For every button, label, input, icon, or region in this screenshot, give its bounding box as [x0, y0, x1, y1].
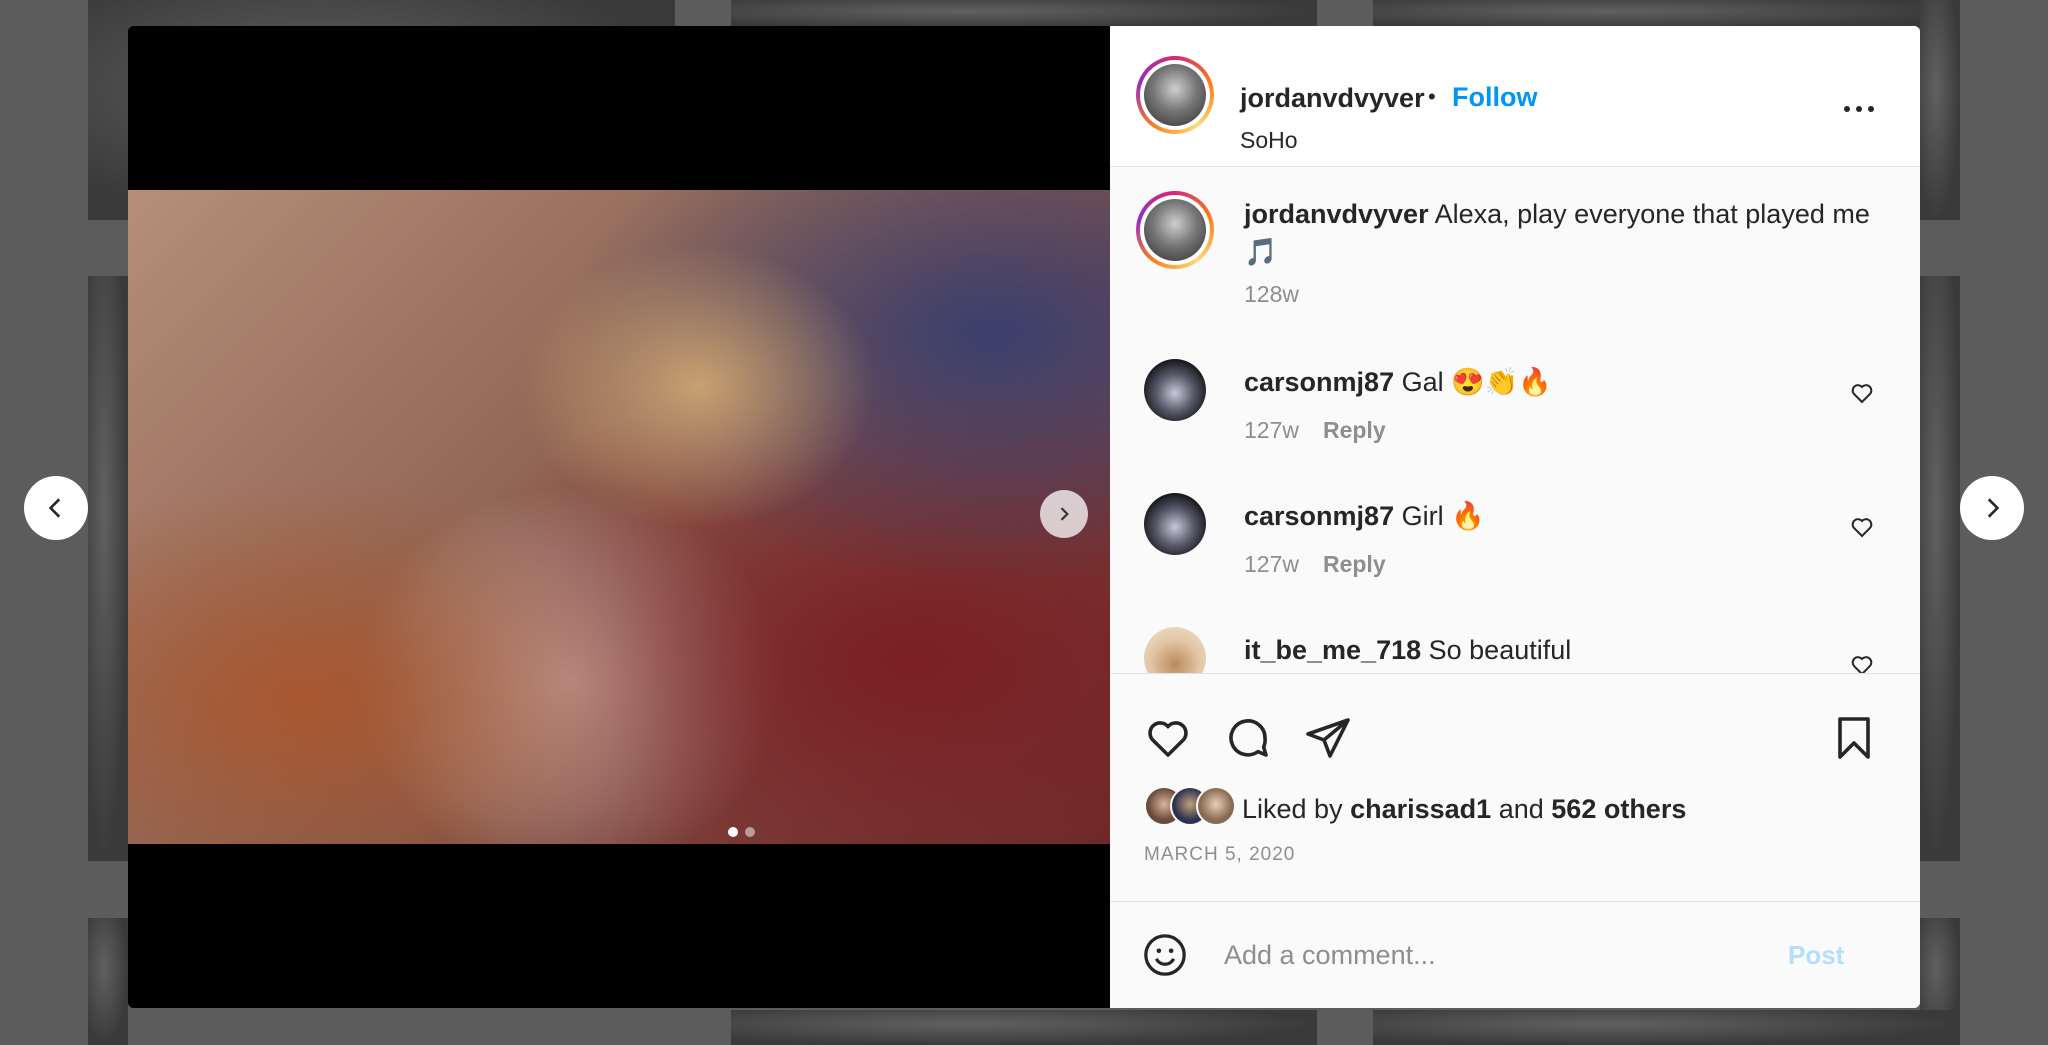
liked-by-avatars[interactable]	[1144, 786, 1240, 827]
bookmark-icon[interactable]	[1830, 714, 1878, 762]
avatar	[1196, 786, 1236, 827]
location-link[interactable]: SoHo	[1240, 127, 1298, 154]
background-post-tile	[88, 276, 128, 861]
comment-timestamp: 127w	[1244, 550, 1299, 577]
heart-icon[interactable]	[1144, 714, 1192, 762]
comment-icon[interactable]	[1224, 714, 1272, 762]
comments-list[interactable]: jordanvdvyver Alexa, play everyone that …	[1110, 167, 1920, 674]
reply-button[interactable]: Reply	[1323, 551, 1386, 578]
reply-button[interactable]: Reply	[1323, 417, 1386, 444]
list-item: carsonmj87 Girl 🔥 127w Reply	[1110, 481, 1920, 581]
chevron-right-icon	[1987, 498, 2000, 518]
separator-dot: •	[1428, 84, 1436, 109]
heart-icon[interactable]	[1850, 381, 1874, 405]
carousel-dot	[745, 827, 755, 837]
caption-timestamp: 128w	[1244, 280, 1299, 307]
caption: jordanvdvyver Alexa, play everyone that …	[1110, 167, 1920, 317]
likes-prefix: Liked by	[1242, 794, 1343, 825]
background-post-tile	[731, 1010, 1317, 1045]
liked-by-username[interactable]: charissad1	[1350, 794, 1491, 824]
background-post-tile	[731, 0, 1317, 28]
follow-button[interactable]: Follow	[1452, 82, 1537, 113]
carousel-dot-active	[728, 827, 738, 837]
background-post-tile	[1373, 0, 1959, 28]
likes-summary[interactable]: Liked by charissad1 and 562 others	[1242, 794, 1686, 825]
list-item: carsonmj87 Gal 😍👏🔥 127w Reply	[1110, 347, 1920, 447]
comment-text: So beautiful	[1428, 634, 1572, 665]
post-modal: jordanvdvyver • Follow SoHo jordanvdvyve…	[128, 26, 1920, 1008]
comment-timestamp: 127w	[1244, 416, 1299, 443]
post-header: jordanvdvyver • Follow SoHo	[1110, 26, 1920, 167]
chevron-left-icon	[48, 498, 61, 518]
next-post-button[interactable]	[1960, 476, 2024, 540]
post-button[interactable]: Post	[1788, 940, 1844, 971]
avatar[interactable]	[1136, 190, 1214, 269]
carousel-indicator	[728, 827, 755, 837]
previous-post-button[interactable]	[24, 476, 88, 540]
share-icon[interactable]	[1304, 714, 1352, 762]
comment-text: Gal 😍👏🔥	[1401, 366, 1552, 397]
comment-username[interactable]: carsonmj87	[1244, 367, 1394, 397]
post-username[interactable]: jordanvdvyver	[1240, 83, 1425, 114]
heart-icon[interactable]	[1850, 515, 1874, 539]
background-post-tile	[1920, 276, 1960, 861]
background-post-tile	[1920, 0, 1960, 220]
background-post-tile	[1373, 1010, 1959, 1045]
add-comment-bar: Post	[1110, 901, 1920, 1008]
next-photo-button[interactable]	[1040, 490, 1088, 538]
heart-icon[interactable]	[1850, 653, 1874, 674]
avatar[interactable]	[1144, 492, 1206, 555]
comment-text: Girl 🔥	[1401, 500, 1485, 531]
post-photo[interactable]	[128, 190, 1110, 844]
caption-username[interactable]: jordanvdvyver	[1244, 199, 1429, 229]
avatar[interactable]	[1144, 626, 1206, 674]
emoji-icon[interactable]	[1142, 932, 1188, 978]
avatar[interactable]	[1144, 358, 1206, 421]
chevron-right-icon	[1060, 507, 1069, 521]
post-media	[128, 26, 1110, 1008]
comment-username[interactable]: it_be_me_718	[1244, 635, 1421, 665]
likes-count[interactable]: 562 others	[1551, 794, 1686, 824]
more-icon[interactable]	[1844, 106, 1874, 112]
post-panel: jordanvdvyver • Follow SoHo jordanvdvyve…	[1110, 26, 1920, 1008]
comment-input[interactable]	[1222, 932, 1786, 979]
comment-username[interactable]: carsonmj87	[1244, 501, 1394, 531]
background-post-tile	[88, 918, 128, 1045]
avatar[interactable]	[1136, 56, 1214, 134]
post-date[interactable]: MARCH 5, 2020	[1144, 844, 1295, 866]
list-item: it_be_me_718 So beautiful	[1110, 615, 1920, 674]
post-actions: Liked by charissad1 and 562 others MARCH…	[1110, 673, 1920, 901]
likes-conjunction: and	[1498, 794, 1544, 825]
